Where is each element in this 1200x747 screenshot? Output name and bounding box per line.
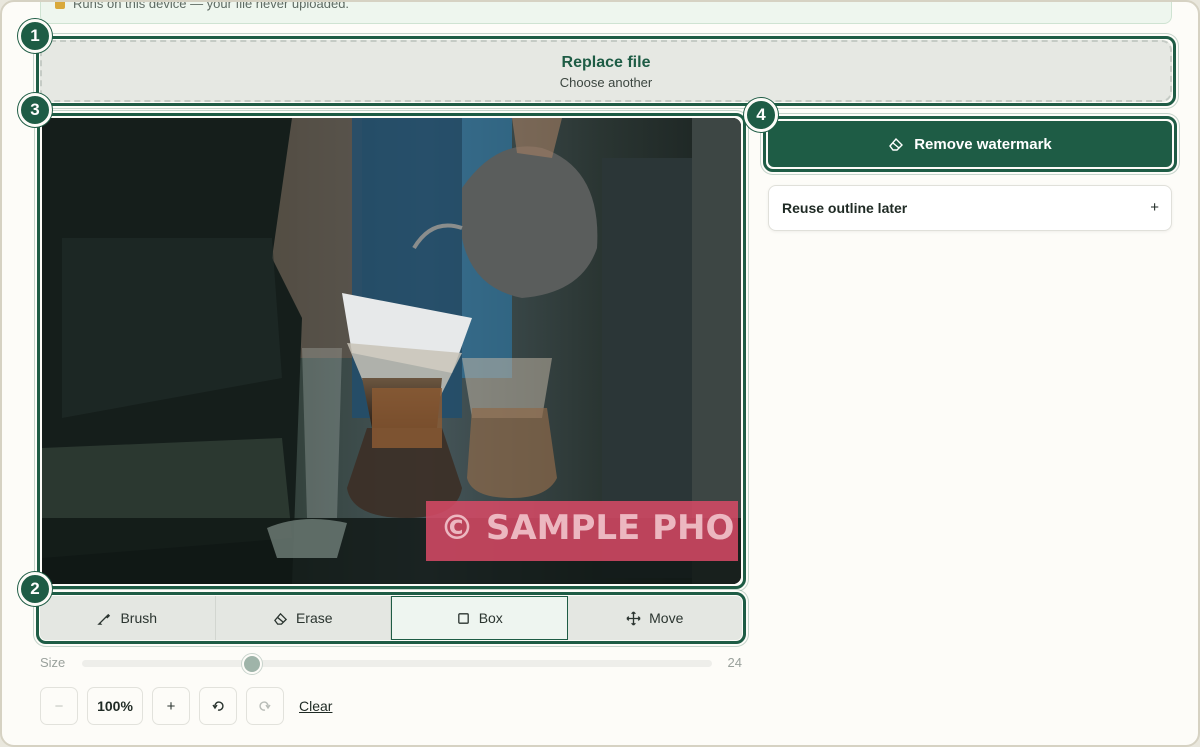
- step-badge-4: 4: [744, 98, 778, 132]
- clear-button[interactable]: Clear: [299, 698, 332, 714]
- zoom-out-button[interactable]: −: [40, 687, 78, 725]
- eraser-icon: [889, 137, 904, 151]
- step-badge-1: 1: [18, 19, 52, 53]
- tool-box-label: Box: [478, 610, 503, 626]
- privacy-notice-text: Runs on this device — your file never up…: [73, 0, 350, 11]
- zoom-level[interactable]: 100%: [87, 687, 143, 725]
- privacy-notice: Runs on this device — your file never up…: [40, 0, 1172, 24]
- remove-watermark-button[interactable]: Remove watermark: [768, 121, 1172, 167]
- tool-brush-label: Brush: [120, 610, 158, 626]
- move-icon: [626, 610, 641, 626]
- replace-file-title: Replace file: [561, 54, 651, 71]
- size-slider-track[interactable]: [82, 660, 712, 667]
- redo-button[interactable]: [246, 687, 284, 725]
- lock-icon: [55, 2, 65, 9]
- square-icon: [457, 612, 469, 624]
- replace-file-dropzone[interactable]: Replace file Choose another: [40, 40, 1172, 102]
- tool-selector: Brush Erase Box Move: [40, 596, 742, 640]
- reuse-outline-panel[interactable]: Reuse outline later +: [768, 185, 1172, 231]
- reuse-outline-label: Reuse outline later: [782, 200, 908, 216]
- app-frame: Runs on this device — your file never up…: [0, 0, 1200, 747]
- size-label: Size: [40, 655, 66, 670]
- undo-button[interactable]: [199, 687, 237, 725]
- remove-watermark-label: Remove watermark: [914, 135, 1052, 153]
- expand-plus-icon[interactable]: +: [1150, 199, 1159, 216]
- size-slider-thumb[interactable]: [242, 654, 263, 674]
- undo-icon: [212, 701, 224, 711]
- brush-icon: [97, 613, 111, 625]
- tool-move-label: Move: [649, 610, 684, 626]
- tool-erase-label: Erase: [295, 610, 333, 626]
- step-badge-2: 2: [18, 572, 52, 606]
- step-badge-3: 3: [18, 93, 52, 127]
- image-canvas[interactable]: © SAMPLE PHO: [42, 118, 741, 584]
- eraser-icon: [273, 612, 288, 625]
- redo-icon: [259, 701, 271, 711]
- zoom-in-button[interactable]: +: [152, 687, 190, 725]
- zoom-controls: − 100% + Clear: [40, 687, 332, 725]
- tool-brush[interactable]: Brush: [40, 596, 216, 640]
- tool-box[interactable]: Box: [391, 596, 568, 640]
- replace-file-subtitle: Choose another: [559, 75, 653, 90]
- watermark-text: © SAMPLE PHO: [440, 508, 735, 548]
- tool-move[interactable]: Move: [568, 596, 743, 640]
- tool-erase[interactable]: Erase: [216, 596, 391, 640]
- size-value: 24: [727, 655, 742, 670]
- brush-size-row: Size 24: [40, 652, 742, 674]
